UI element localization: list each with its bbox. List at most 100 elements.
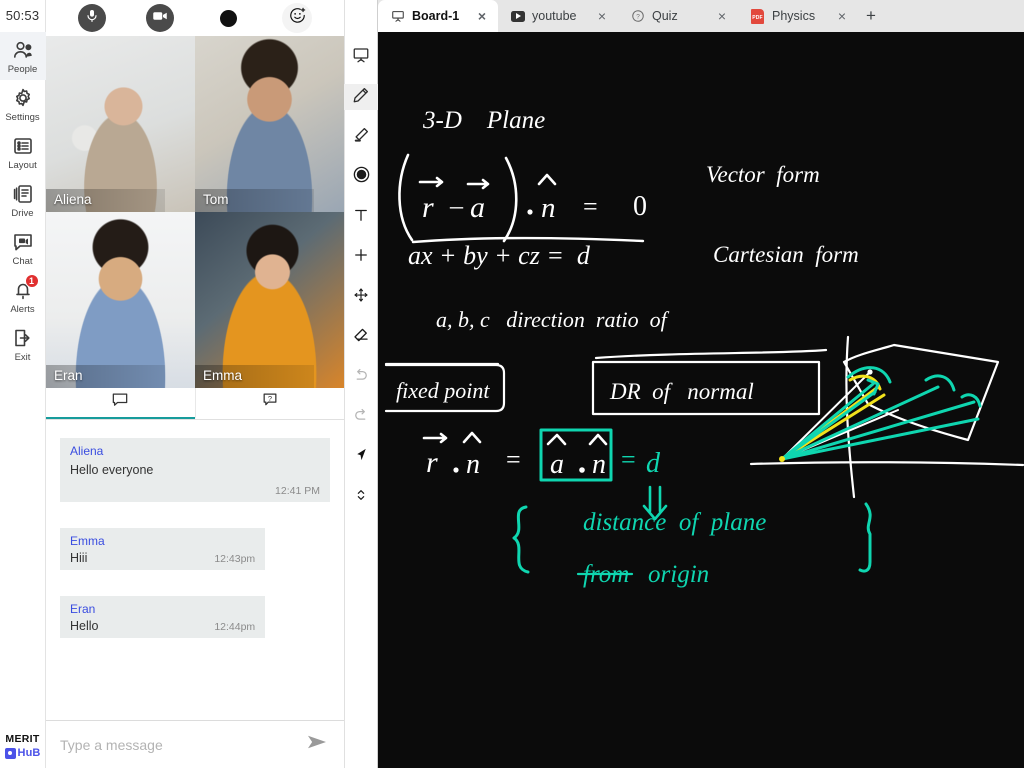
svg-text:n: n [541,192,556,224]
highlighter-tool[interactable] [344,124,378,150]
participant-tile[interactable]: Emma [195,212,344,388]
text-tool[interactable] [344,204,378,230]
redo-tool[interactable] [344,404,378,430]
move-tool[interactable] [344,284,378,310]
av-controls-bar [46,0,344,36]
browser-tab-quiz[interactable]: ? Quiz × [618,0,738,32]
undo-tool[interactable] [344,364,378,390]
svg-text:a, b, c direction ratio of: a, b, c direction ratio of [436,307,670,332]
message-time: 12:44pm [214,621,256,633]
sidebar-item-exit[interactable]: Exit [0,320,46,368]
undo-icon [352,366,370,389]
browser-tab-title: Quiz [652,9,678,23]
record-icon [219,9,237,27]
svg-text:Cartesian form: Cartesian form [713,242,859,267]
whiteboard-canvas[interactable]: 3-D Plane r – a n = 0 Vector form ax + b… [378,32,1024,768]
microphone-icon [84,8,100,29]
plus-icon [352,246,370,269]
participant-tile[interactable]: Tom [195,36,344,212]
drive-icon [11,182,35,206]
page-nav-tool[interactable] [344,484,378,510]
microphone-button[interactable] [78,4,106,32]
svg-text:ax + by + cz = d: ax + by + cz = d [408,241,591,270]
brand-name-top: MERIT [5,733,40,745]
sidebar-item-people[interactable]: People [0,32,46,80]
gear-icon [11,86,35,110]
participant-video [46,212,195,388]
svg-text:DR of normal: DR of normal [609,379,754,404]
sidebar-item-label: Chat [12,256,33,267]
pencil-tool[interactable] [344,84,378,110]
svg-text:=: = [621,445,636,474]
svg-text:n: n [592,449,606,480]
svg-text:?: ? [268,394,272,403]
sidebar-item-layout[interactable]: Layout [0,128,46,176]
message-sender: Emma [70,534,105,548]
message-body: Hello 12:44pm [70,619,255,633]
brand-name-bottom: HuB [17,747,41,759]
whiteboard-toolbar [344,0,378,768]
browser-tabbar: Board-1 × youtube × ? Quiz × PDF Physics… [378,0,1024,32]
sidebar-item-drive[interactable]: Drive [0,176,46,224]
close-icon[interactable]: × [835,9,849,23]
redo-icon [352,406,370,429]
new-tab-button[interactable]: + [858,0,884,32]
board-tool[interactable] [344,44,378,70]
sidebar-item-alerts[interactable]: 1 Alerts [0,272,46,320]
brand-name-bottom-row: HuB [4,747,41,759]
close-icon[interactable]: × [715,9,729,23]
message-text: Hello everyone [70,463,154,477]
participant-video [195,36,344,212]
close-icon[interactable]: × [475,9,489,23]
app-root: 50:53 People Settings Layout Drive Chat … [0,0,1024,768]
chat-message: Emma Hiii 12:43pm [60,528,266,570]
question-mark-icon: ? [630,9,645,24]
sidebar-item-label: Exit [14,352,31,363]
chat-message-list[interactable]: Aliena Hello everyone 12:41 PM Emma Hiii… [46,420,344,720]
svg-text:n: n [466,449,480,480]
people-icon [11,38,35,62]
svg-text:Vector form: Vector form [706,162,820,187]
svg-text:=: = [583,192,598,221]
message-body: Hello everyone 12:41 PM [70,461,320,497]
send-icon [306,733,328,756]
sidebar-item-settings[interactable]: Settings [0,80,46,128]
cursor-icon [353,446,370,468]
svg-text:a: a [550,449,564,480]
participant-video [46,36,195,212]
add-tool[interactable] [344,244,378,270]
browser-tab-board[interactable]: Board-1 × [378,0,498,32]
camera-icon [151,7,169,30]
tab-questions[interactable]: ? [194,388,345,419]
browser-tab-youtube[interactable]: youtube × [498,0,618,32]
close-icon[interactable]: × [595,9,609,23]
browser-tab-physics[interactable]: PDF Physics × [738,0,858,32]
message-input[interactable] [60,736,296,753]
camera-button[interactable] [146,4,174,32]
shape-tool[interactable] [344,164,378,190]
svg-text:?: ? [636,13,640,20]
reaction-button[interactable] [282,3,312,33]
board-icon [390,9,405,24]
highlighter-icon [352,126,370,149]
brand-logo: MERIT HuB [0,733,46,768]
select-tool[interactable] [344,444,378,470]
sidebar-item-label: People [7,64,38,75]
participant-name: Eran [46,365,166,388]
svg-text:–: – [449,191,464,220]
svg-text:0: 0 [633,191,647,222]
browser-tab-title: youtube [532,9,577,23]
alerts-badge: 1 [24,274,39,288]
tab-chat[interactable] [46,388,195,419]
eraser-icon [352,326,370,349]
svg-text:fixed point: fixed point [396,378,490,403]
participant-tile[interactable]: Eran [46,212,195,388]
participant-tile[interactable]: Aliena [46,36,195,212]
record-button[interactable] [214,4,242,32]
svg-text:a: a [470,191,485,224]
send-button[interactable] [304,732,330,758]
text-tool-icon [352,206,370,229]
sidebar-item-chat[interactable]: Chat [0,224,46,272]
message-text: Hello [70,619,99,633]
eraser-tool[interactable] [344,324,378,350]
